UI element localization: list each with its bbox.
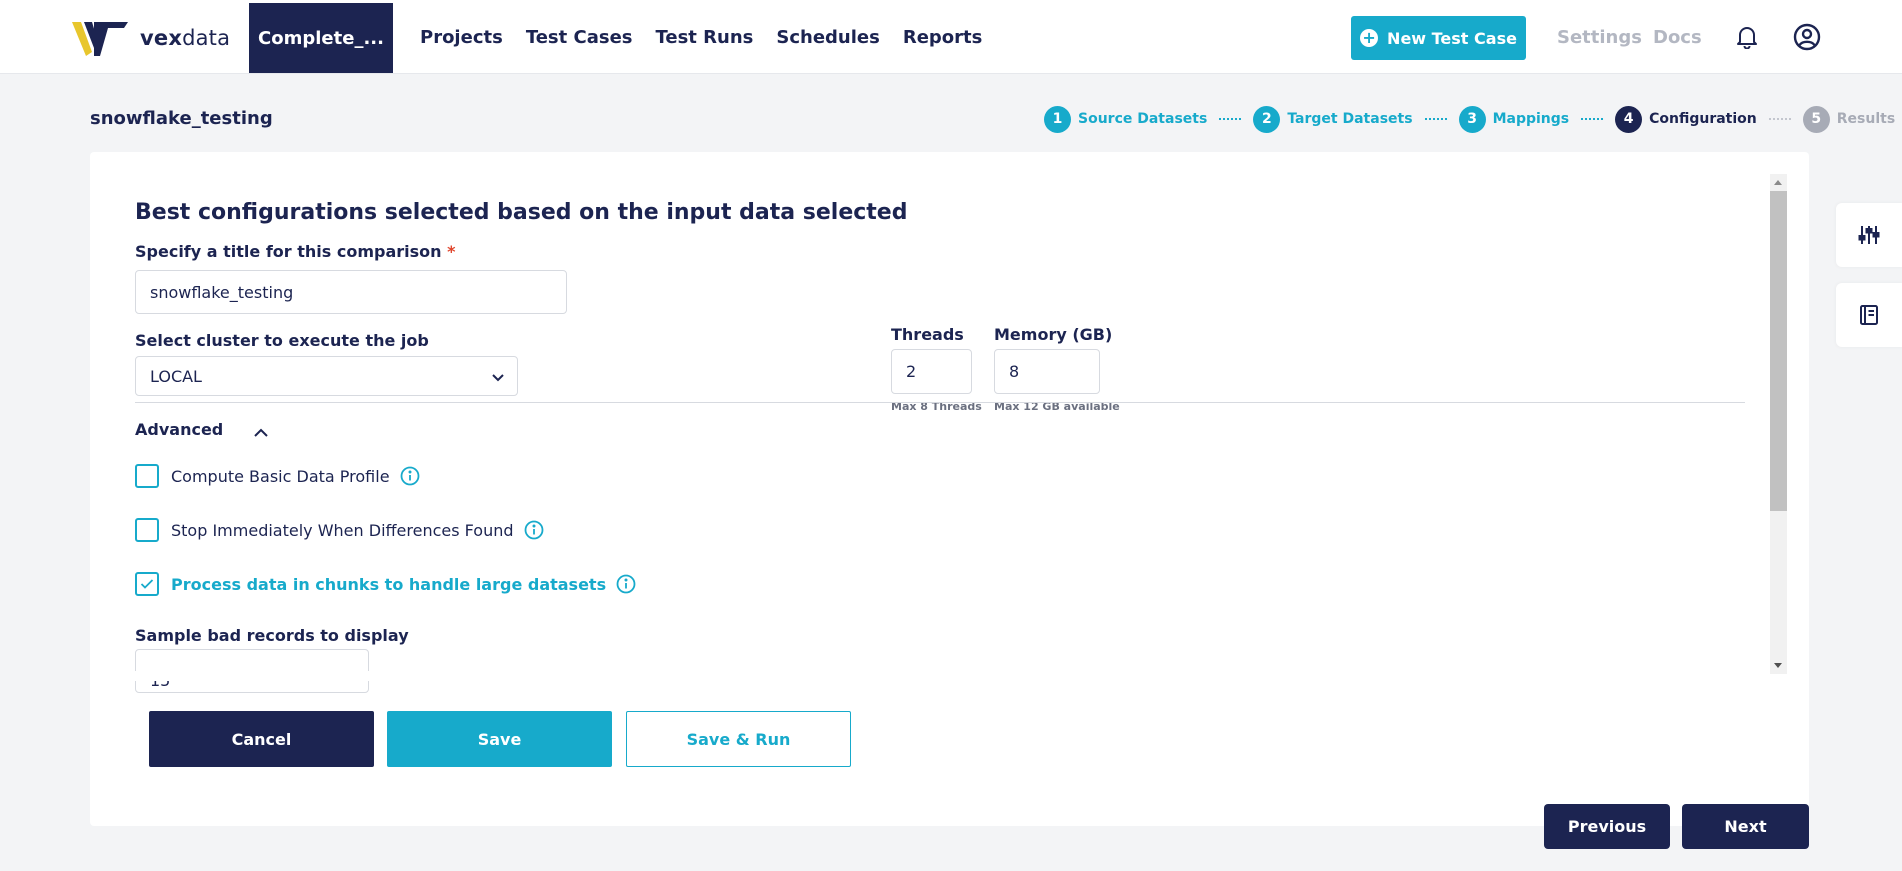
step-results[interactable]: 5 Results — [1802, 105, 1896, 133]
scroll-down-arrow-icon[interactable] — [1774, 663, 1782, 668]
notebook-button[interactable] — [1836, 283, 1902, 347]
chevron-up-icon — [254, 428, 268, 437]
scrollbar-thumb[interactable] — [1770, 191, 1787, 511]
step-label: Source Datasets — [1078, 111, 1208, 127]
nav-docs[interactable]: Docs — [1653, 0, 1702, 74]
step-label: Results — [1836, 111, 1896, 127]
new-test-case-button[interactable]: + New Test Case — [1351, 16, 1526, 60]
top-navbar: vexdata Complete_... Projects Test Cases… — [0, 0, 1902, 74]
new-test-case-label: New Test Case — [1387, 28, 1517, 48]
option-label: Stop Immediately When Differences Found — [171, 520, 514, 540]
cluster-select-value: LOCAL — [150, 366, 202, 386]
nav-schedules[interactable]: Schedules — [776, 27, 879, 48]
nav-reports[interactable]: Reports — [903, 27, 983, 48]
info-icon[interactable] — [524, 520, 544, 540]
step-mappings[interactable]: 3 Mappings — [1458, 105, 1570, 133]
option-chunk-processing[interactable]: Process data in chunks to handle large d… — [135, 572, 636, 596]
required-marker: * — [447, 242, 456, 261]
memory-label: Memory (GB) — [994, 325, 1113, 344]
checkbox[interactable] — [135, 518, 159, 542]
nav-projects[interactable]: Projects — [420, 27, 503, 48]
notebook-icon — [1860, 305, 1878, 325]
cancel-button[interactable]: Cancel — [149, 711, 374, 767]
step-target-datasets[interactable]: 2 Target Datasets — [1253, 105, 1413, 133]
step-connector — [1581, 118, 1604, 120]
step-number: 3 — [1458, 105, 1486, 133]
title-field-label: Specify a title for this comparison * — [135, 242, 456, 261]
bell-icon[interactable] — [1733, 23, 1761, 51]
step-number: 1 — [1044, 105, 1071, 133]
scroll-up-arrow-icon[interactable] — [1774, 180, 1782, 185]
save-button[interactable]: Save — [387, 711, 612, 767]
info-icon[interactable] — [616, 574, 636, 594]
brand-name: vexdata — [140, 26, 231, 50]
section-divider — [135, 402, 1745, 403]
step-configuration[interactable]: 4 Configuration — [1615, 105, 1757, 133]
vexdata-logo-icon — [72, 22, 128, 56]
option-label: Process data in chunks to handle large d… — [171, 574, 607, 594]
checkmark-icon — [140, 579, 154, 589]
cluster-field-label: Select cluster to execute the job — [135, 331, 429, 350]
scroll-mask — [90, 671, 1770, 681]
brand-logo[interactable]: vexdata — [72, 18, 230, 58]
step-number: 2 — [1253, 105, 1281, 133]
wizard-stepper: 1 Source Datasets 2 Target Datasets 3 Ma… — [1044, 105, 1896, 133]
previous-button[interactable]: Previous — [1544, 804, 1670, 849]
step-label: Mappings — [1492, 111, 1570, 127]
option-label: Compute Basic Data Profile — [171, 466, 390, 486]
advanced-toggle[interactable]: Advanced — [135, 420, 269, 439]
chevron-down-icon — [492, 374, 504, 382]
user-account-icon[interactable] — [1792, 22, 1822, 52]
info-icon[interactable] — [400, 466, 420, 486]
nav-test-runs[interactable]: Test Runs — [656, 27, 754, 48]
step-connector — [1219, 118, 1242, 120]
sample-records-label: Sample bad records to display — [135, 626, 409, 645]
memory-input[interactable]: 8 — [994, 349, 1100, 394]
step-connector — [1768, 118, 1791, 120]
settings-sliders-button[interactable] — [1836, 203, 1902, 267]
step-label: Target Datasets — [1287, 111, 1413, 127]
vertical-scrollbar[interactable] — [1770, 174, 1787, 674]
threads-label: Threads — [891, 325, 964, 344]
plus-circle-icon: + — [1360, 29, 1379, 47]
section-heading: Best configurations selected based on th… — [135, 200, 908, 225]
sliders-icon — [1858, 226, 1880, 244]
nav-test-cases[interactable]: Test Cases — [526, 27, 633, 48]
save-and-run-button[interactable]: Save & Run — [626, 711, 851, 767]
step-number: 4 — [1615, 105, 1643, 133]
page-title: snowflake_testing — [90, 108, 273, 129]
step-number: 5 — [1802, 105, 1830, 133]
main-nav: Projects Test Cases Test Runs Schedules … — [420, 0, 1005, 74]
step-connector — [1424, 118, 1447, 120]
option-basic-profile[interactable]: Compute Basic Data Profile — [135, 464, 420, 488]
next-button[interactable]: Next — [1682, 804, 1809, 849]
advanced-label: Advanced — [135, 420, 224, 439]
step-source-datasets[interactable]: 1 Source Datasets — [1044, 105, 1208, 133]
option-stop-on-diff[interactable]: Stop Immediately When Differences Found — [135, 518, 544, 542]
nav-settings[interactable]: Settings — [1557, 0, 1642, 74]
threads-input[interactable]: 2 — [891, 349, 972, 394]
cluster-select[interactable]: LOCAL — [135, 356, 518, 396]
comparison-title-input[interactable]: snowflake_testing — [135, 270, 567, 314]
configuration-card: Best configurations selected based on th… — [90, 152, 1809, 826]
checkbox[interactable] — [135, 464, 159, 488]
step-label: Configuration — [1649, 111, 1757, 127]
project-tab[interactable]: Complete_... — [249, 3, 393, 73]
checkbox-checked[interactable] — [135, 572, 159, 596]
